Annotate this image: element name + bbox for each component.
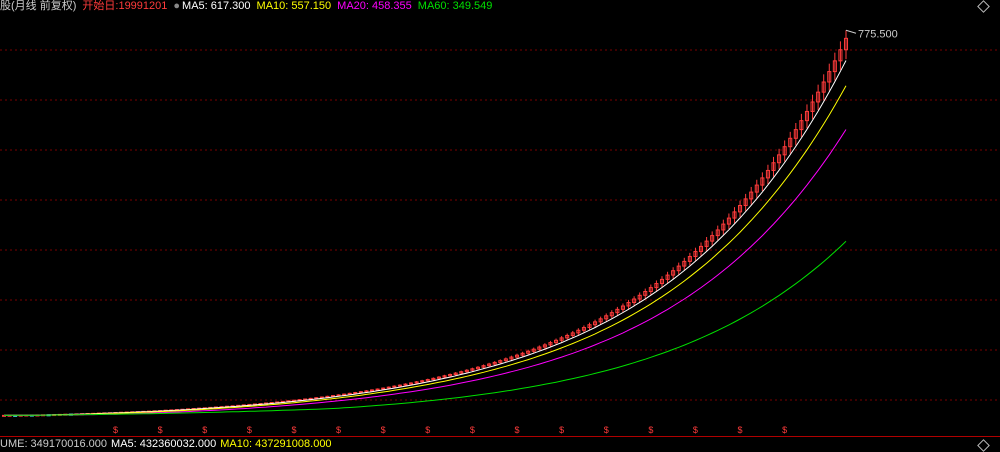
dividend-marker: $ [381,425,386,435]
candle-body [353,392,358,394]
volume-header: UME: 349170016.000 MA5: 432360032.000 MA10… [0,437,336,451]
ma10-line [3,85,847,416]
dividend-marker: $ [693,425,698,435]
candle-body [375,388,380,391]
dividend-marker: $ [782,425,787,435]
kline-chart[interactable]: 775.500 $ $ $ $ $ $ $ $ $ $ $ $ $ $ $ $ [0,0,1000,451]
dividend-marker: $ [291,425,296,435]
dividend-marker: $ [202,425,207,435]
volume-ma5-label: MA5: 432360032.000 [111,438,217,450]
candle-body [364,390,369,393]
max-price-label: 775.500 [858,28,898,40]
dividend-marker: $ [425,425,430,435]
dividend-marker: $ [247,425,252,435]
volume-ma10-label: MA10: 437291008.000 [220,438,332,450]
volume-label: UME: 349170016.000 [0,438,108,450]
dividend-marker: $ [738,425,743,435]
dividend-marker: $ [648,425,653,435]
ma5-line [3,60,847,416]
candle-body [381,387,386,390]
dividend-marker: $ [470,425,475,435]
dividend-marker: $ [514,425,519,435]
candle-body [392,385,397,388]
dividend-marker: $ [336,425,341,435]
candle-body [370,389,375,392]
candle-body [358,391,363,394]
candle-body [386,386,391,389]
ma20-line [3,129,847,416]
dividend-marker: $ [604,425,609,435]
max-arrow [845,29,857,34]
dividend-marker: $ [559,425,564,435]
dividend-marker: $ [158,425,163,435]
candle-body [347,392,352,395]
candle-body [342,393,347,396]
dividend-marker: $ [113,425,118,435]
candle-body [397,384,402,387]
